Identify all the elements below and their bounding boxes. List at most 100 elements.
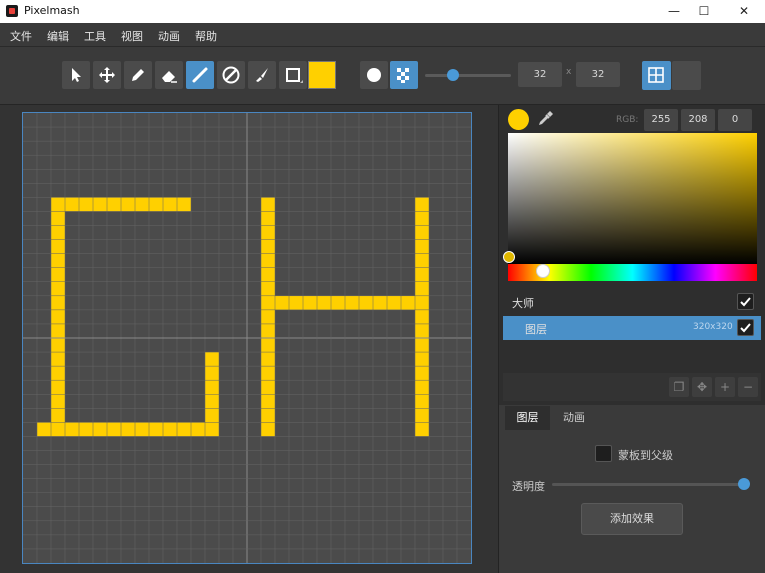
right-panel: RGB: 255 208 0 大师 图层 320x320 ❐ ✥ + − 图层 … xyxy=(498,105,765,573)
painted-pixel xyxy=(261,352,275,367)
dither-brush-button[interactable] xyxy=(390,61,418,89)
painted-pixel xyxy=(121,197,135,212)
painted-pixel xyxy=(261,225,275,240)
painted-pixel xyxy=(261,338,275,353)
painted-pixel xyxy=(415,295,429,310)
saturation-value-picker[interactable] xyxy=(508,133,757,264)
tab-layer[interactable]: 图层 xyxy=(505,406,550,430)
painted-pixel xyxy=(205,380,219,395)
tab-animation[interactable]: 动画 xyxy=(554,406,594,430)
layer-row-master[interactable]: 大师 xyxy=(503,290,761,314)
painted-pixel xyxy=(93,197,107,212)
red-field[interactable]: 255 xyxy=(644,109,678,131)
maximize-button[interactable]: ☐ xyxy=(686,0,722,23)
menu-tools[interactable]: 工具 xyxy=(84,28,106,44)
layer-visibility-checkbox[interactable] xyxy=(737,319,754,336)
painted-pixel xyxy=(191,422,205,437)
painted-pixel xyxy=(51,225,65,240)
view-toggle-button[interactable] xyxy=(672,61,701,90)
painted-pixel xyxy=(261,408,275,423)
painted-pixel xyxy=(415,281,429,296)
painted-pixel xyxy=(373,295,387,310)
opacity-slider-knob[interactable] xyxy=(738,478,750,490)
eyedropper-icon[interactable] xyxy=(536,110,554,128)
painted-pixel xyxy=(415,394,429,409)
painted-pixel xyxy=(51,295,65,310)
painted-pixel xyxy=(205,352,219,367)
mask-to-parent-label: 蒙板到父级 xyxy=(618,449,673,462)
painted-pixel xyxy=(51,352,65,367)
color-preview-swatch[interactable] xyxy=(508,109,529,130)
hue-slider-knob[interactable] xyxy=(535,264,550,278)
painted-pixel xyxy=(415,380,429,395)
line-tool-button[interactable] xyxy=(186,61,214,89)
duplicate-layer-button[interactable]: ❐ xyxy=(669,377,689,397)
rectangle-tool-button[interactable] xyxy=(279,61,307,89)
painted-pixel xyxy=(135,422,149,437)
painted-pixel xyxy=(261,366,275,381)
opacity-slider[interactable] xyxy=(552,483,744,486)
move-layer-button[interactable]: ✥ xyxy=(692,377,712,397)
brush-size-knob[interactable] xyxy=(446,69,459,81)
move-tool-button[interactable] xyxy=(93,61,121,89)
width-field[interactable]: 32 xyxy=(518,62,562,87)
sv-picker-handle[interactable] xyxy=(503,251,515,263)
painted-pixel xyxy=(261,295,275,310)
painted-pixel xyxy=(261,323,275,338)
add-layer-button[interactable]: + xyxy=(715,377,735,397)
close-button[interactable]: ✕ xyxy=(726,0,762,23)
blue-field[interactable]: 0 xyxy=(718,109,752,131)
painted-pixel xyxy=(415,352,429,367)
brush-size-slider[interactable] xyxy=(425,74,511,77)
painted-pixel xyxy=(415,197,429,212)
painted-pixel xyxy=(163,197,177,212)
master-visibility-checkbox[interactable] xyxy=(737,293,754,310)
menu-file[interactable]: 文件 xyxy=(10,28,32,44)
check-icon xyxy=(740,297,751,307)
painted-pixel xyxy=(415,267,429,282)
pencil-tool-button[interactable] xyxy=(124,61,152,89)
painted-pixel xyxy=(51,267,65,282)
eraser-tool-button[interactable] xyxy=(155,61,183,89)
current-color-swatch[interactable] xyxy=(308,61,336,89)
gradient-icon xyxy=(222,66,240,84)
green-field[interactable]: 208 xyxy=(681,109,715,131)
painted-pixel xyxy=(51,366,65,381)
menu-animation[interactable]: 动画 xyxy=(158,28,180,44)
painted-pixel xyxy=(107,422,121,437)
line-icon xyxy=(192,67,208,83)
mask-to-parent-checkbox[interactable] xyxy=(595,445,612,462)
painted-pixel xyxy=(415,408,429,423)
layer-row-layer[interactable]: 图层 320x320 xyxy=(503,316,761,340)
height-field[interactable]: 32 xyxy=(576,62,620,87)
painted-pixel xyxy=(177,197,191,212)
add-effect-button[interactable]: 添加效果 xyxy=(581,503,683,535)
painted-pixel xyxy=(261,422,275,437)
select-tool-button[interactable] xyxy=(62,61,90,89)
painted-pixel xyxy=(51,338,65,353)
painted-pixel xyxy=(107,197,121,212)
size-separator: x xyxy=(566,67,572,77)
painted-pixel xyxy=(261,197,275,212)
painted-pixel xyxy=(387,295,401,310)
pixel-canvas[interactable] xyxy=(22,112,472,564)
painted-pixel xyxy=(261,253,275,268)
brush-tool-button[interactable] xyxy=(248,61,276,89)
painted-pixel xyxy=(149,422,163,437)
gradient-tool-button[interactable] xyxy=(217,61,245,89)
delete-layer-button[interactable]: − xyxy=(738,377,758,397)
grid-icon xyxy=(648,67,664,83)
painted-pixel xyxy=(93,422,107,437)
menu-view[interactable]: 视图 xyxy=(121,28,143,44)
grid-toggle-button[interactable] xyxy=(642,61,671,90)
layer-label: 图层 xyxy=(525,323,547,336)
painted-pixel xyxy=(51,239,65,254)
round-brush-button[interactable] xyxy=(360,61,388,89)
painted-pixel xyxy=(51,394,65,409)
layer-master-label: 大师 xyxy=(512,297,534,310)
painted-pixel xyxy=(51,211,65,226)
painted-pixel xyxy=(303,295,317,310)
menu-edit[interactable]: 编辑 xyxy=(47,28,69,44)
menu-help[interactable]: 帮助 xyxy=(195,28,217,44)
opacity-label: 透明度 xyxy=(512,480,545,493)
